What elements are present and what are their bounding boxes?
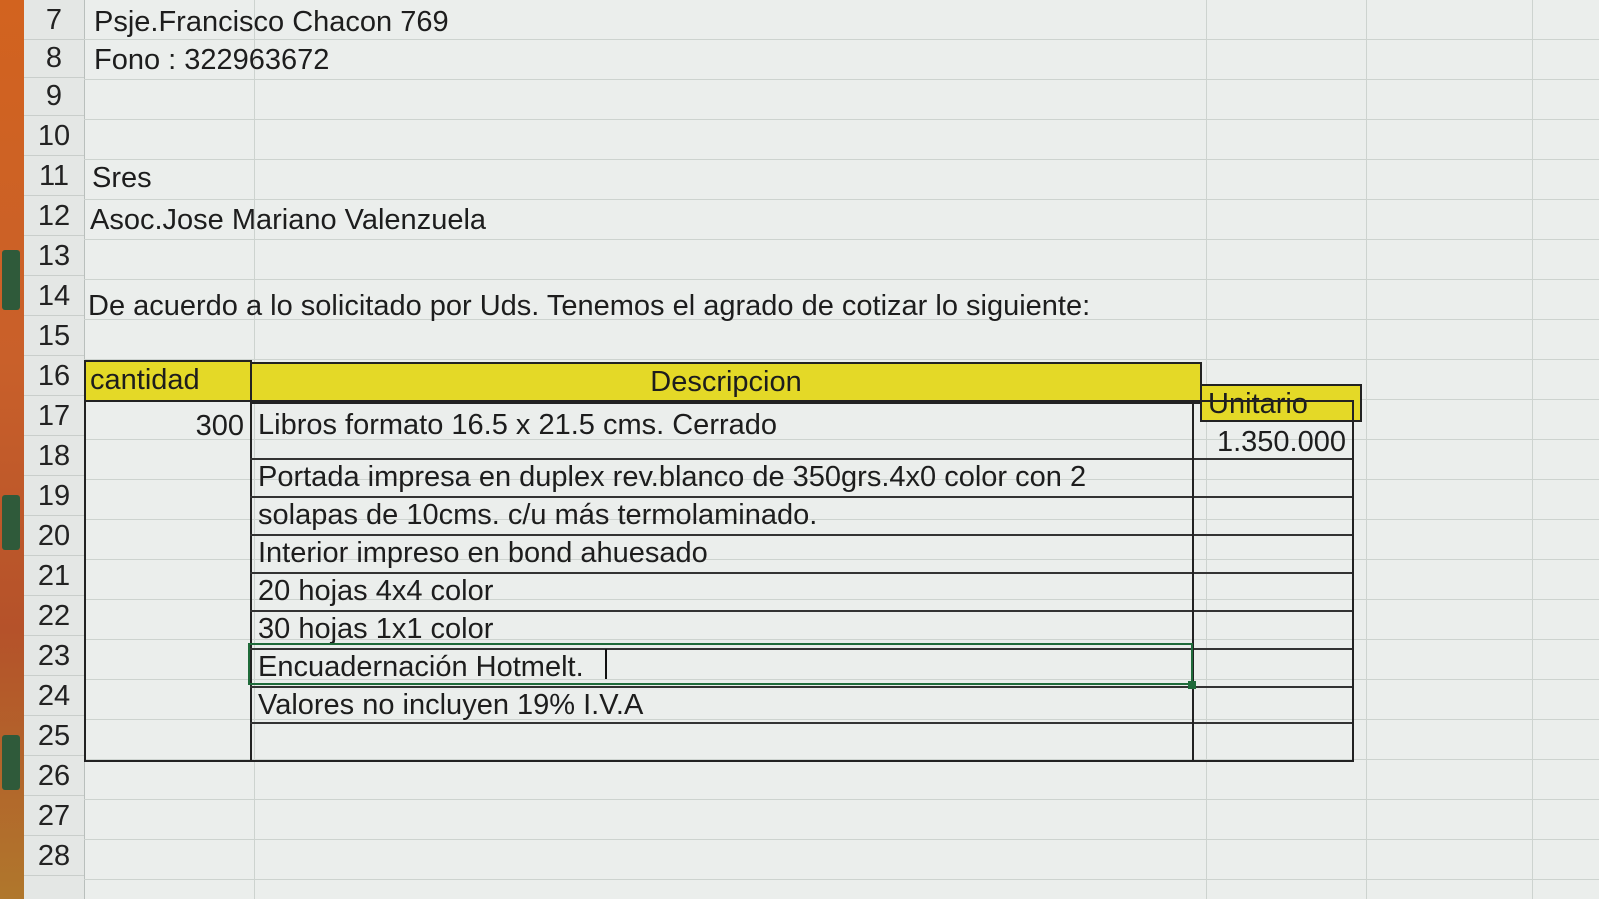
row-header[interactable]: 27 (24, 796, 84, 836)
table-row-line (1194, 648, 1352, 650)
column-gridline (1366, 0, 1367, 899)
row-header[interactable]: 26 (24, 756, 84, 796)
spreadsheet-window: 7 8 9 10 11 12 13 14 15 16 17 18 19 20 2… (0, 0, 1599, 899)
description-line[interactable]: 20 hojas 4x4 color (258, 572, 493, 610)
table-row-line (1194, 496, 1352, 498)
salutation-cell[interactable]: Sres (92, 158, 152, 198)
row-header-column: 7 8 9 10 11 12 13 14 15 16 17 18 19 20 2… (24, 0, 85, 899)
row-header[interactable]: 14 (24, 276, 84, 316)
row-header[interactable]: 28 (24, 836, 84, 876)
quantity-header-cell[interactable]: cantidad (84, 360, 252, 402)
row-header[interactable]: 16 (24, 356, 84, 396)
description-line[interactable]: Valores no incluyen 19% I.V.A (258, 686, 643, 724)
table-row-line (1194, 610, 1352, 612)
table-divider (250, 402, 252, 760)
edge-marker (2, 735, 20, 790)
row-header[interactable]: 13 (24, 236, 84, 276)
phone-cell[interactable]: Fono : 322963672 (94, 40, 329, 80)
address-cell[interactable]: Psje.Francisco Chacon 769 (94, 2, 449, 42)
row-header[interactable]: 22 (24, 596, 84, 636)
row-header[interactable]: 15 (24, 316, 84, 356)
description-line[interactable]: Libros formato 16.5 x 21.5 cms. Cerrado (258, 406, 777, 444)
intro-cell[interactable]: De acuerdo a lo solicitado por Uds. Tene… (88, 286, 1090, 326)
edge-marker (2, 495, 20, 550)
row-header[interactable]: 20 (24, 516, 84, 556)
row-header[interactable]: 21 (24, 556, 84, 596)
row-header[interactable]: 7 (24, 0, 84, 40)
table-row-line (1194, 572, 1352, 574)
unit-price-cell[interactable]: 1.350.000 (1196, 422, 1346, 462)
client-cell[interactable]: Asoc.Jose Mariano Valenzuela (90, 200, 486, 240)
table-divider (1192, 402, 1194, 760)
table-row-line (1194, 686, 1352, 688)
table-row-line (1194, 534, 1352, 536)
row-header[interactable]: 9 (24, 76, 84, 116)
column-gridline (1532, 0, 1533, 899)
quantity-cell[interactable]: 300 (86, 406, 244, 446)
active-cell-selection[interactable] (248, 643, 1193, 685)
row-header[interactable]: 18 (24, 436, 84, 476)
window-edge (0, 0, 24, 899)
row-header[interactable]: 23 (24, 636, 84, 676)
description-line[interactable]: Interior impreso en bond ahuesado (258, 534, 708, 572)
row-header[interactable]: 8 (24, 38, 84, 78)
table-row-line (1194, 722, 1352, 724)
row-header[interactable]: 19 (24, 476, 84, 516)
quote-table: 300 1.350.000 Libros formato 16.5 x 21.5… (84, 400, 1354, 762)
edge-marker (2, 250, 20, 310)
row-header[interactable]: 24 (24, 676, 84, 716)
row-header[interactable]: 11 (24, 156, 84, 196)
row-header[interactable]: 10 (24, 116, 84, 156)
description-header-cell[interactable]: Descripcion (250, 362, 1202, 404)
row-header[interactable]: 25 (24, 716, 84, 756)
row-header[interactable]: 12 (24, 196, 84, 236)
description-line[interactable]: Portada impresa en duplex rev.blanco de … (258, 458, 1086, 496)
description-line[interactable]: solapas de 10cms. c/u más termolaminado. (258, 496, 817, 534)
row-header[interactable]: 17 (24, 396, 84, 436)
fill-handle[interactable] (1188, 681, 1196, 689)
text-cursor (605, 649, 607, 679)
